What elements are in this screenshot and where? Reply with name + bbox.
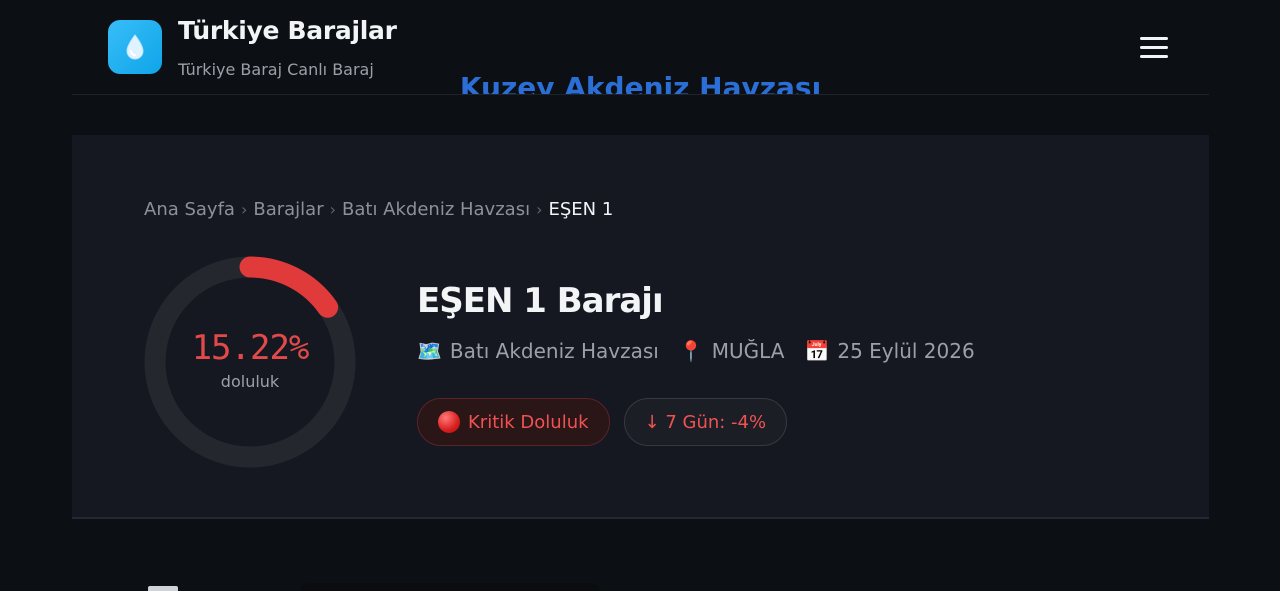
red-circle-icon (438, 411, 460, 433)
meta-city: 📍 MUĞLA (679, 339, 785, 363)
fill-percentage: 15.22% (191, 328, 310, 368)
meta-city-text: MUĞLA (711, 339, 785, 363)
site-header: Kuzey Akdeniz Havzası Türkiye Barajlar T… (72, 0, 1209, 95)
pin-icon: 📍 (678, 339, 704, 363)
menu-line (1140, 54, 1168, 58)
breadcrumb-separator: › (536, 200, 543, 219)
breadcrumb-dams[interactable]: Barajlar (253, 199, 323, 220)
dam-title: EŞEN 1 Barajı (417, 281, 664, 321)
trend-label: ↓ 7 Gün: -4% (644, 411, 767, 433)
page: Kuzey Akdeniz Havzası Türkiye Barajlar T… (0, 0, 1280, 591)
breadcrumb: Ana Sayfa › Barajlar › Batı Akdeniz Havz… (144, 199, 613, 220)
menu-line (1140, 45, 1168, 49)
breadcrumb-basin[interactable]: Batı Akdeniz Havzası (342, 199, 530, 220)
meta-basin: 🗺️ Batı Akdeniz Havzası (417, 339, 659, 363)
breadcrumb-separator: › (240, 200, 248, 219)
site-subtitle: Türkiye Baraj Canlı Baraj (178, 60, 374, 79)
meta-date: 📅 25 Eylül 2026 (804, 339, 974, 363)
next-section-icon (148, 586, 178, 591)
fill-label: doluluk (220, 372, 280, 391)
map-icon: 🗺️ (417, 339, 442, 363)
bottom-overlay (300, 583, 600, 591)
critical-status-label: Kritik Doluluk (468, 411, 589, 433)
breadcrumb-separator: › (329, 200, 337, 219)
breadcrumb-current: EŞEN 1 (548, 199, 614, 220)
water-drop-icon (126, 34, 144, 60)
dam-meta: 🗺️ Batı Akdeniz Havzası 📍 MUĞLA 📅 25 Eyl… (417, 335, 995, 367)
critical-status-badge[interactable]: Kritik Doluluk (417, 398, 610, 446)
site-title[interactable]: Türkiye Barajlar (178, 16, 397, 45)
meta-basin-text: Batı Akdeniz Havzası (449, 339, 659, 363)
fill-gauge: 15.22% doluluk (144, 256, 356, 468)
meta-date-text: 25 Eylül 2026 (837, 339, 975, 363)
logo[interactable] (108, 20, 162, 74)
trend-badge[interactable]: ↓ 7 Gün: -4% (623, 398, 788, 446)
menu-line (1140, 36, 1168, 40)
breadcrumb-home[interactable]: Ana Sayfa (144, 199, 235, 220)
calendar-icon: 📅 (804, 339, 830, 363)
status-badges: Kritik Doluluk ↓ 7 Gün: -4% (417, 398, 788, 446)
dam-summary-card: Ana Sayfa › Barajlar › Batı Akdeniz Havz… (72, 135, 1209, 519)
hamburger-menu-icon[interactable] (1140, 32, 1172, 62)
